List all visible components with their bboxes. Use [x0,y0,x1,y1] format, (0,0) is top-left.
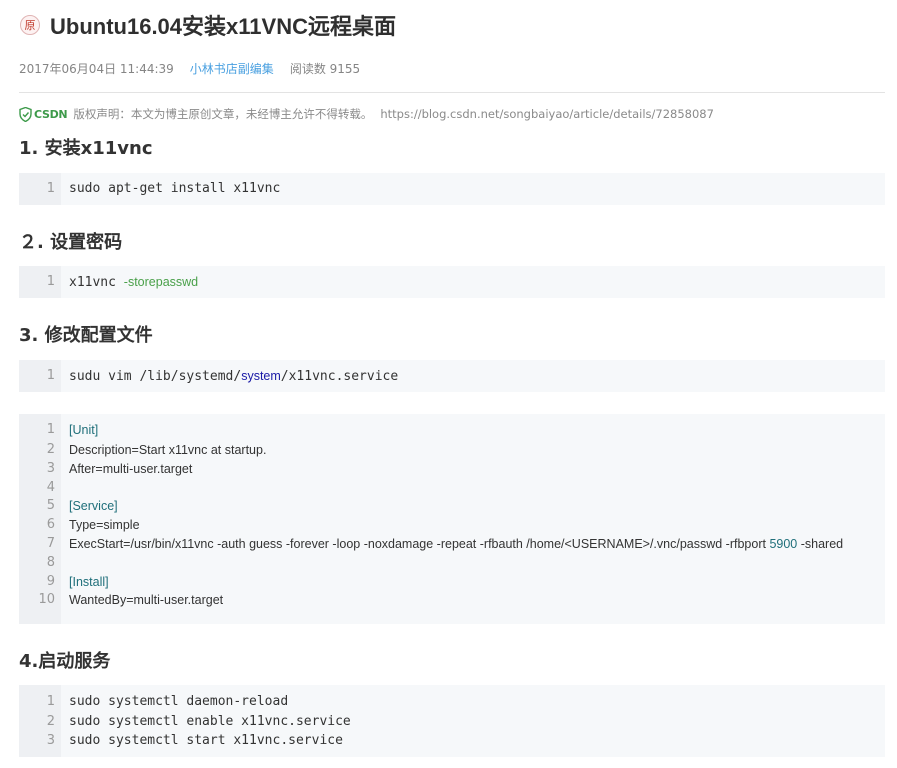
line-number: 2 [46,714,55,729]
line-number: 8 [46,555,55,570]
line-number: 5 [46,498,55,513]
code-block-service-file: 1 [Unit] 2 Description=Start x11vnc at s… [19,414,885,624]
code-text: [Service] [69,499,118,513]
code-text: sudu vim /lib/systemd/system/x11vnc.serv… [69,366,398,387]
csdn-logo: CSDN [19,106,68,122]
code-text: sudo systemctl enable x11vnc.service [69,714,351,729]
line-number: 6 [46,517,55,532]
divider [19,92,885,93]
line-number: 2 [46,442,55,457]
code-option: -storepasswd [123,275,199,289]
code-text: ExecStart=/usr/bin/x11vnc -auth guess -f… [69,534,843,554]
section-heading-install: 1. 安装x11vnc [19,138,153,159]
code-text: [Unit] [69,423,99,437]
code-path-start: sudu vim /lib/systemd/ [69,369,242,384]
line-number: 10 [38,592,55,607]
csdn-logo-text: CSDN [34,107,68,121]
line-number: 9 [46,574,55,589]
code-text: Description=Start x11vnc at startup. [69,443,267,457]
copyright-notice: CSDN 版权声明：本文为博主原创文章，未经博主允许不得转载。 https://… [19,106,714,122]
line-number: 3 [46,461,55,476]
code-exec-end: -shared [797,537,844,551]
code-text: After=multi-user.target [69,462,193,476]
copyright-text: 版权声明：本文为博主原创文章，未经博主允许不得转载。 [73,107,373,121]
original-badge: 原 [20,15,40,35]
code-text: sudo apt-get install x11vnc [69,181,281,196]
section-heading-password: ２. 设置密码 [19,232,123,253]
author-link[interactable]: 小林书店副编集 [190,60,274,77]
shield-icon [19,106,32,122]
code-keyword: system [241,369,281,383]
code-text: WantedBy=multi-user.target [69,593,224,607]
section-heading-config: 3. 修改配置文件 [19,325,153,346]
article-title: Ubuntu16.04安装x11VNC远程桌面 [50,14,396,39]
line-number: 1 [46,181,55,196]
line-number: 1 [46,694,55,709]
line-number: 1 [46,274,55,289]
line-number: 4 [46,480,55,495]
code-port-number: 5900 [769,537,798,551]
code-block-systemctl: 1 sudo systemctl daemon-reload 2 sudo sy… [19,685,885,757]
code-text: x11vnc -storepasswd [69,272,198,293]
line-number: 7 [46,536,55,551]
article-meta: 2017年06月04日 11:44:39 小林书店副编集 阅读数 9155 [19,60,360,77]
title-row: 原 Ubuntu16.04安装x11VNC远程桌面 [20,10,396,40]
line-number: 1 [46,368,55,383]
code-text: sudo systemctl start x11vnc.service [69,733,343,748]
code-text: [Install] [69,575,109,589]
copyright-url[interactable]: https://blog.csdn.net/songbaiyao/article… [380,107,714,121]
code-text: Type=simple [69,518,140,532]
read-count: 阅读数 9155 [289,62,361,76]
code-command: x11vnc [69,275,124,290]
code-block-password: 1 x11vnc -storepasswd [19,266,885,298]
code-exec-start: ExecStart=/usr/bin/x11vnc -auth guess -f… [69,537,770,551]
code-block-edit: 1 sudu vim /lib/systemd/system/x11vnc.se… [19,360,885,392]
article-page: 原 Ubuntu16.04安装x11VNC远程桌面 2017年06月04日 11… [0,0,897,768]
code-block-install: 1 sudo apt-get install x11vnc [19,173,885,205]
line-number: 1 [46,422,55,437]
section-heading-start-service: 4.启动服务 [19,651,111,672]
publish-date: 2017年06月04日 11:44:39 [19,62,174,76]
code-path-end: /x11vnc.service [280,369,399,384]
code-text: sudo systemctl daemon-reload [69,694,289,709]
line-number: 3 [46,733,55,748]
